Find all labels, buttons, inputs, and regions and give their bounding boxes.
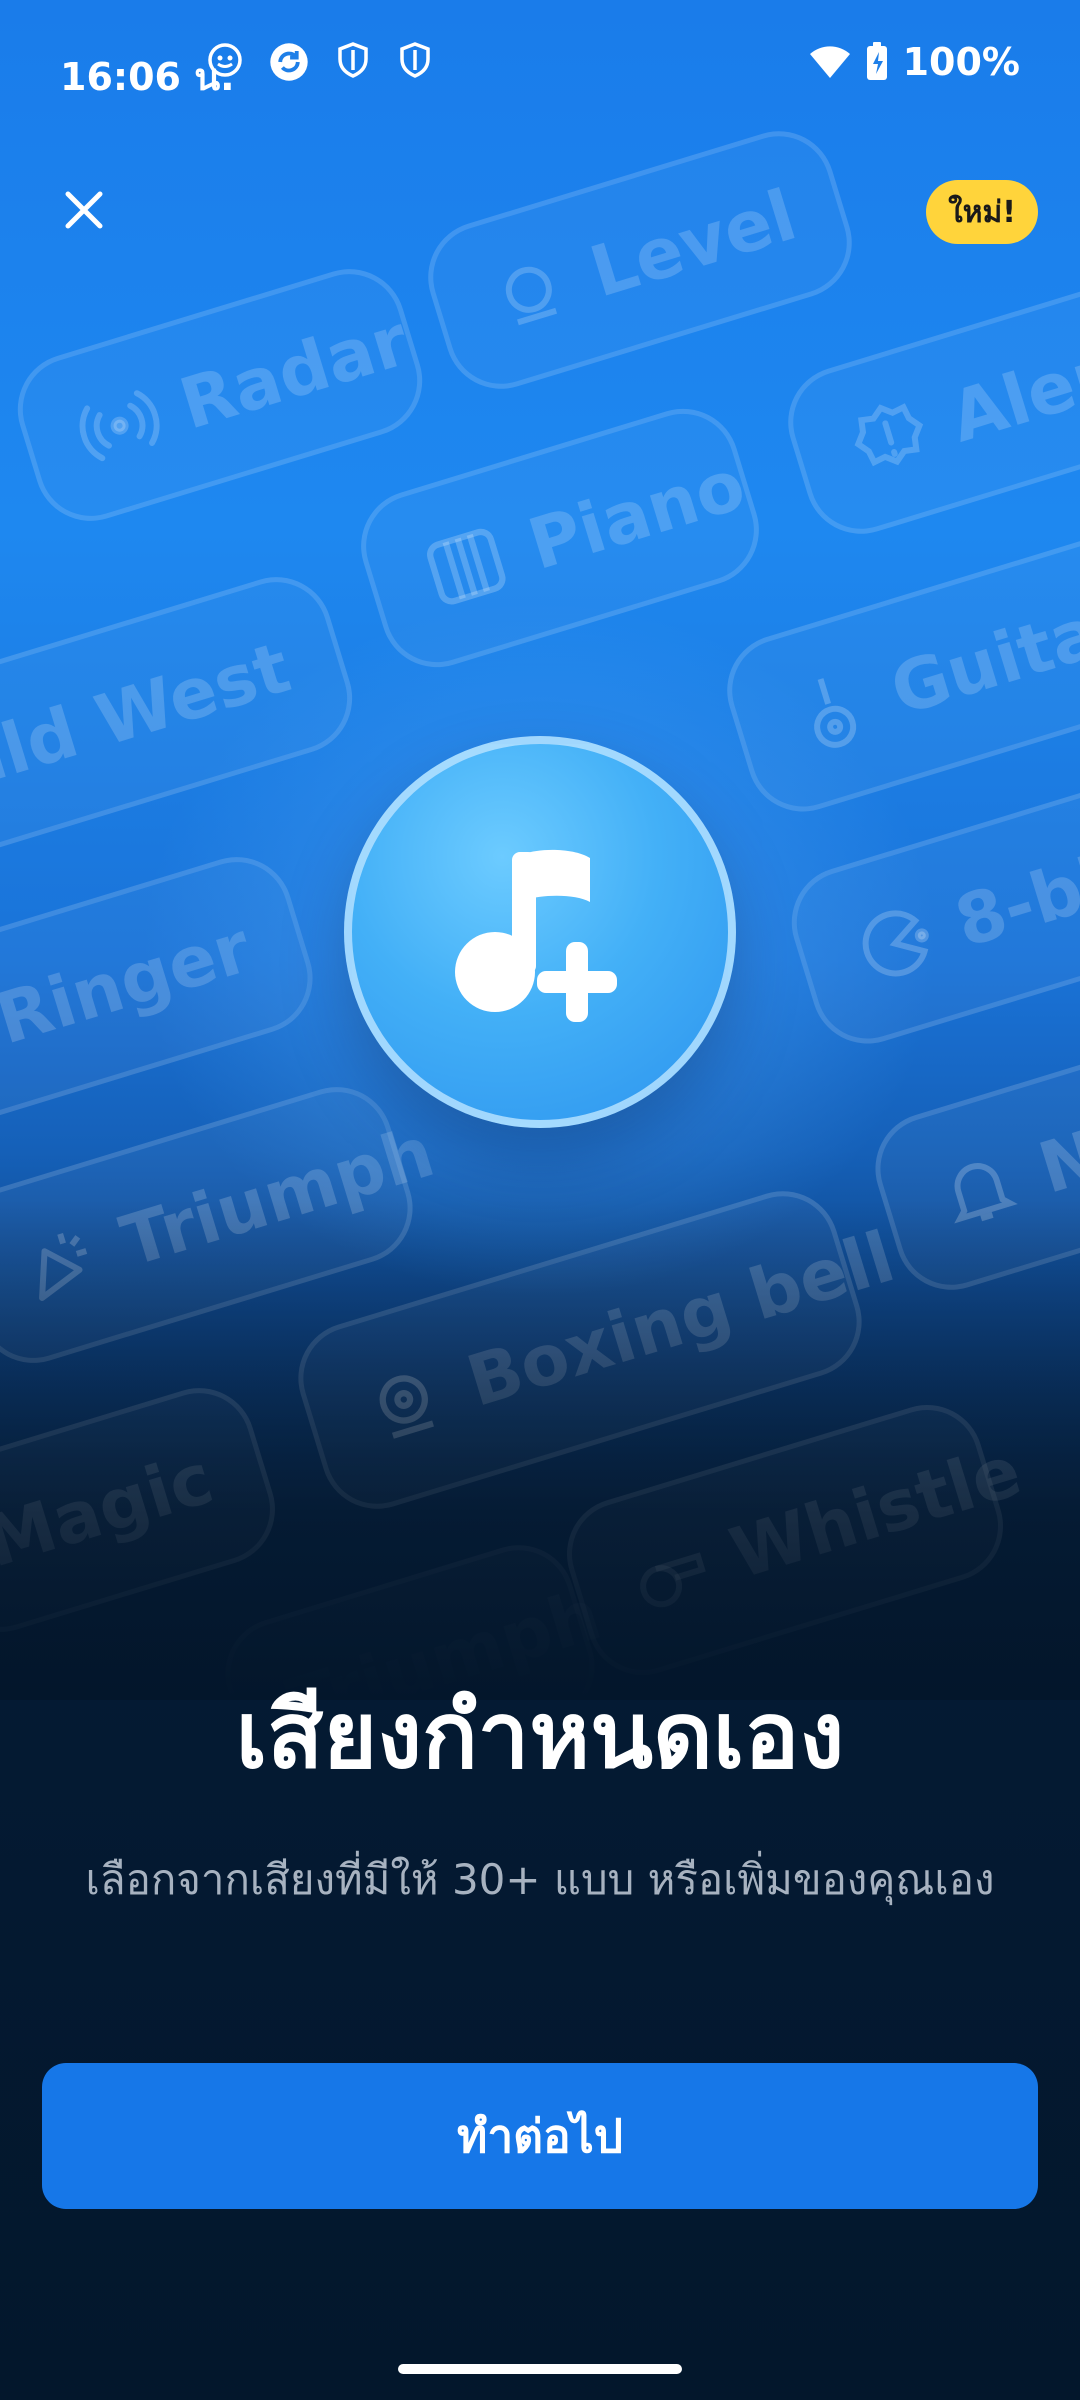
- sound-tile-notification: Notification: [861, 997, 1080, 1304]
- continue-button[interactable]: ทำต่อไป: [42, 2063, 1038, 2209]
- notification-bell-icon: [954, 1163, 1018, 1224]
- sound-tile-label: Piano: [519, 443, 755, 586]
- sound-tile-piano: Piano: [347, 394, 773, 682]
- boxing-bell-icon: [379, 1375, 434, 1439]
- music-note-plus-icon: [455, 849, 617, 1022]
- wifi-icon: [809, 46, 850, 78]
- radar-icon: [79, 390, 160, 462]
- battery-percent: 100%: [902, 40, 1020, 84]
- sound-tile-label: Radar: [170, 299, 418, 446]
- new-badge: ใหม่!: [926, 180, 1038, 244]
- pacman-icon: [862, 910, 929, 977]
- hero-icon-circle: [344, 736, 736, 1128]
- sound-tile-guitar: Guitar: [713, 524, 1080, 826]
- sound-tile-label: Magic: [0, 1437, 222, 1584]
- whistle-icon: [640, 1552, 706, 1608]
- sound-tile-label: Notification: [1029, 996, 1080, 1210]
- guitar-icon: [814, 678, 857, 748]
- piano-icon: [427, 528, 506, 605]
- sound-tile-label: Ringer: [0, 906, 260, 1061]
- page-title: เสียงกำหนดเอง: [235, 1682, 845, 1789]
- sync-icon: [270, 43, 308, 81]
- sound-tile-label: Alert: [941, 323, 1080, 459]
- status-bar: 16:06 น. 100%: [0, 0, 1080, 130]
- sound-tile-magic: Magic: [0, 1374, 289, 1646]
- sound-tile-wild-west: Wild West: [0, 563, 367, 873]
- sound-tile-level: Level: [414, 117, 866, 403]
- sound-tile-ringer: Ringer: [0, 843, 327, 1147]
- sound-tile-label: Level: [581, 173, 806, 314]
- sound-tile-label: Whistle: [721, 1429, 1030, 1595]
- sound-tile-label: Boxing bell: [458, 1215, 904, 1423]
- alert-icon: [854, 403, 924, 467]
- shield-icon: [338, 42, 368, 78]
- sound-tile-label: Guitar: [881, 580, 1080, 732]
- continue-button-label: ทำต่อไป: [457, 2108, 623, 2163]
- shield-icon: [400, 42, 430, 78]
- triumph-icon: [39, 1233, 88, 1301]
- battery-charging-icon: [866, 42, 887, 80]
- close-button[interactable]: [44, 170, 124, 250]
- status-notification-icons: [205, 40, 435, 84]
- sound-tile-triumph-partial: Triumph: [211, 1531, 610, 1700]
- sound-tile-radar: Radar: [3, 255, 437, 535]
- sound-tile-label: Wild West: [0, 626, 300, 821]
- page-subtitle: เลือกจากเสียงที่มีให้ 30+ แบบ หรือเพิ่มข…: [85, 1855, 995, 1904]
- sound-tile-label: Triumph: [278, 1573, 610, 1700]
- bell-icon: [505, 266, 558, 326]
- status-right: 100%: [809, 40, 1020, 84]
- sound-tile-label: Triumph: [111, 1110, 444, 1283]
- sound-tile-label: 8-bit: [946, 830, 1080, 964]
- app-face-icon: [208, 43, 242, 77]
- home-indicator[interactable]: [398, 2364, 682, 2374]
- close-icon: [65, 191, 103, 229]
- sound-tile-alert: Alert: [774, 262, 1080, 548]
